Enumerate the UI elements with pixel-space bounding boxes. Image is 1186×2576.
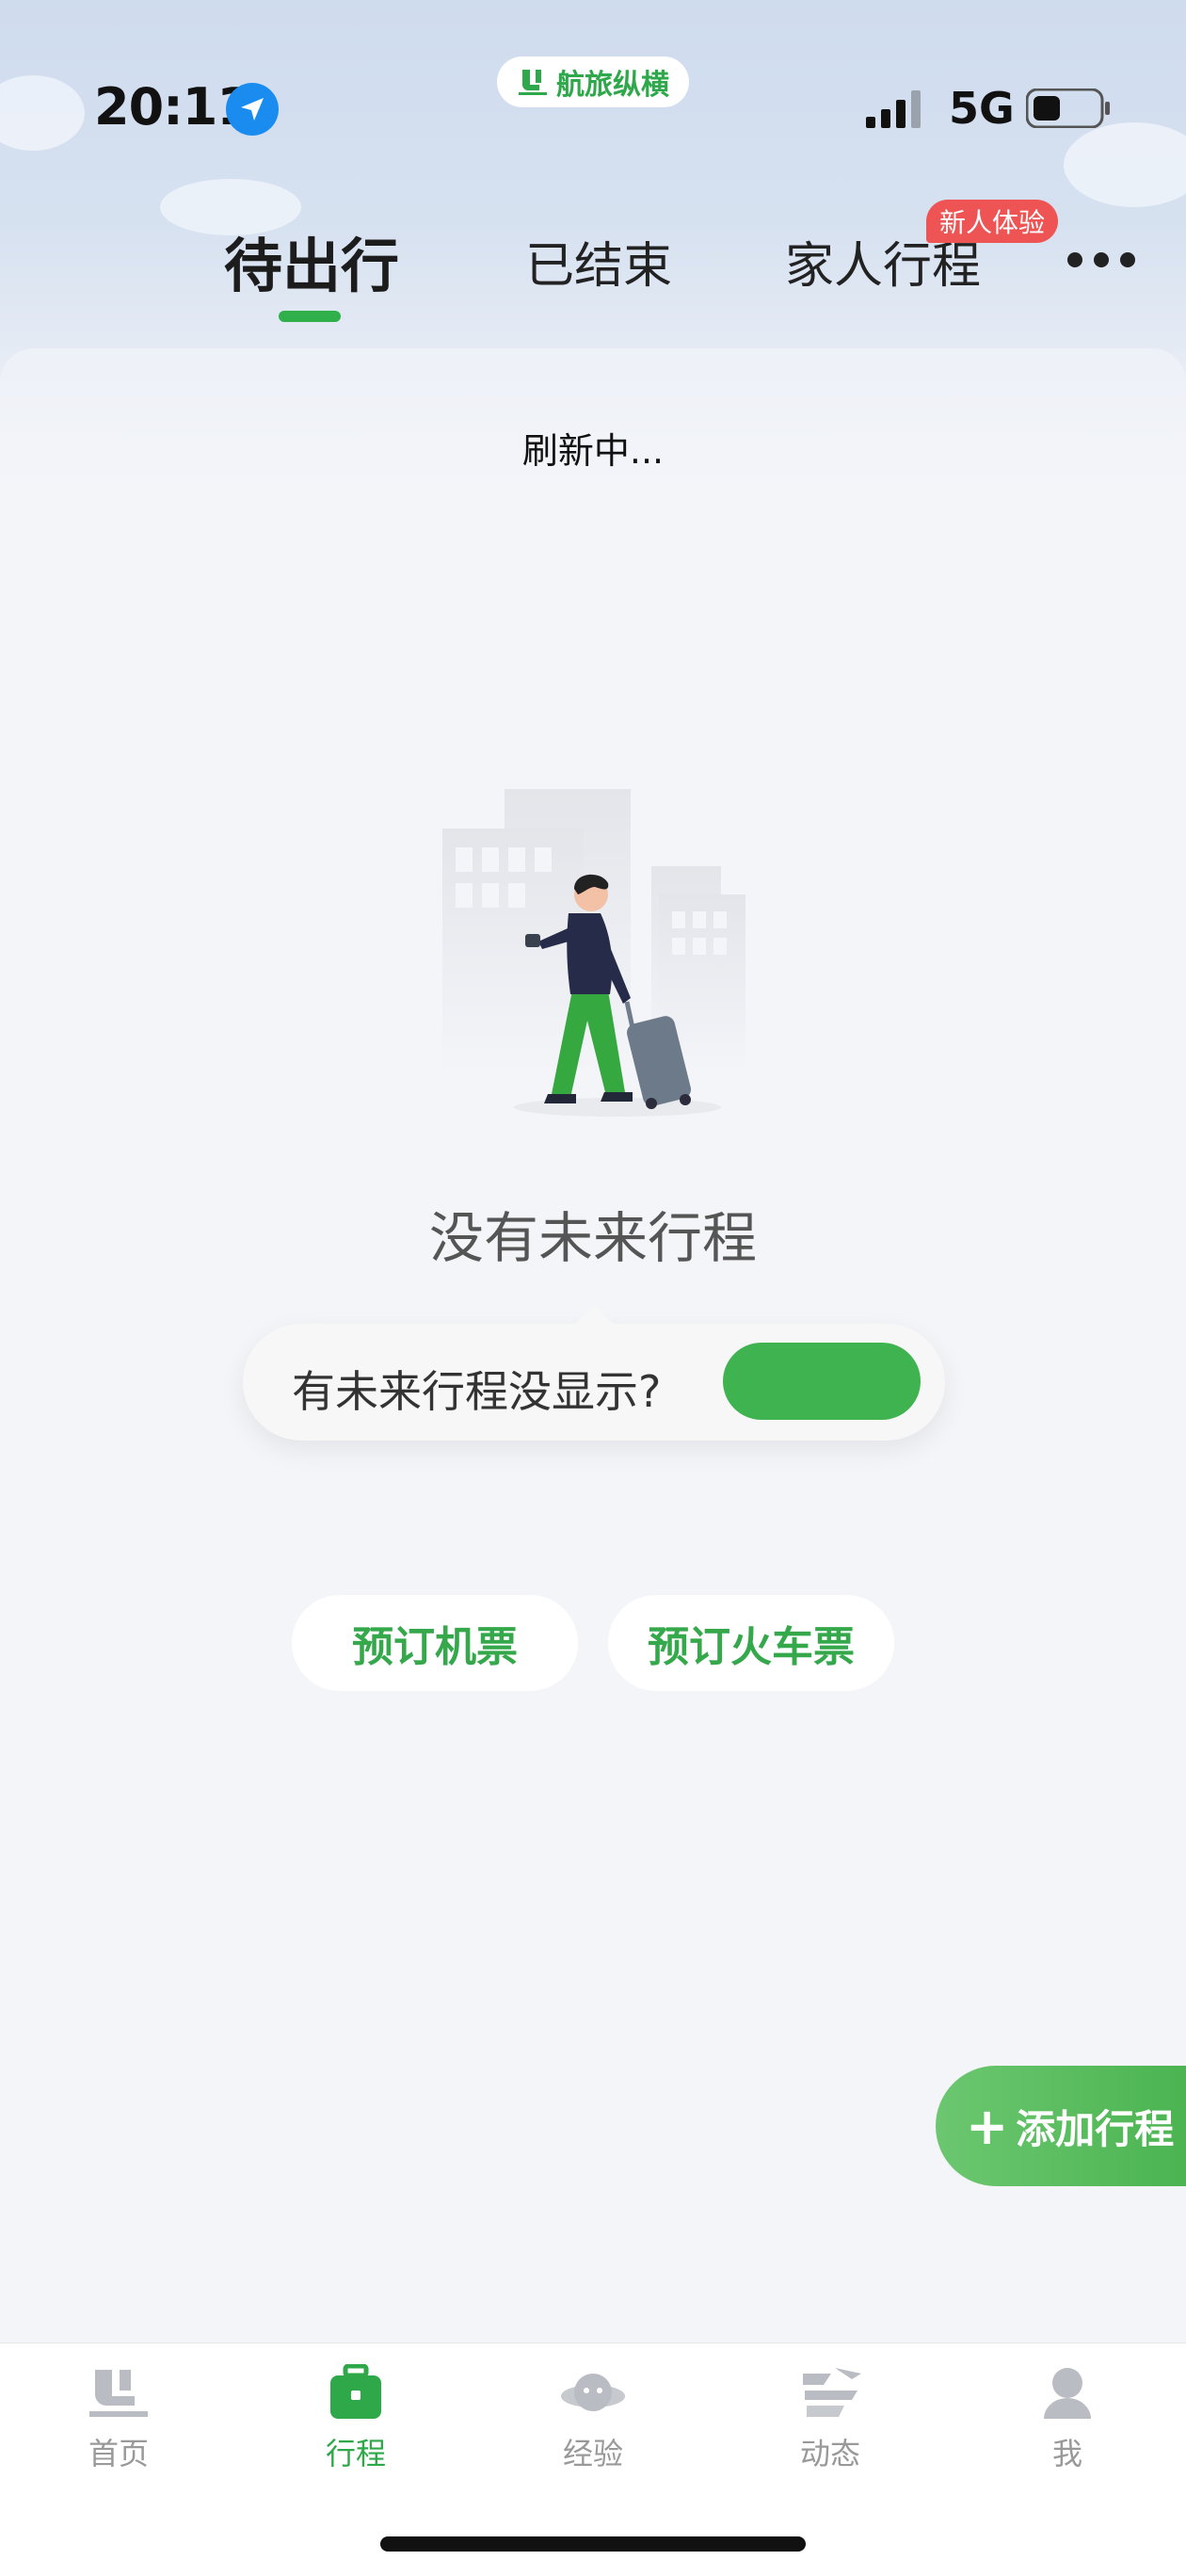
nav-item-home[interactable]: 首页 [43,2364,194,2473]
book-train-button[interactable]: 预订火车票 [608,1595,894,1691]
new-user-badge: 新人体验 [926,200,1059,243]
active-tab-indicator [279,311,341,322]
tip-action-button[interactable] [723,1343,921,1420]
plane-icon [803,2368,861,2417]
nav-label: 行程 [325,2436,386,2471]
nav-item-me[interactable]: 我 [992,2364,1143,2473]
app-logo-icon [519,70,547,95]
add-trip-label: 添加行程 [1016,2105,1175,2152]
planet-icon [561,2374,625,2411]
briefcase-icon [330,2364,381,2419]
tab-finished[interactable]: 已结束 [525,226,672,297]
nav-label: 经验 [562,2436,623,2471]
nav-label: 我 [1051,2436,1082,2471]
more-icon[interactable] [1067,252,1135,269]
nav-item-updates[interactable]: 动态 [755,2364,906,2473]
battery-icon [1026,89,1110,128]
user-icon [1044,2368,1091,2419]
location-icon [226,83,279,136]
network-type: 5G [949,83,1015,134]
nav-label: 动态 [799,2436,860,2471]
nav-label: 首页 [88,2436,149,2471]
traveler-illustration [442,789,745,1117]
nav-item-experience[interactable]: 经验 [518,2364,668,2473]
empty-state-title: 没有未来行程 [428,1206,757,1270]
tab-upcoming[interactable]: 待出行 [224,218,399,303]
home-indicator[interactable] [380,2536,806,2552]
book-flight-button[interactable]: 预订机票 [292,1595,578,1691]
missing-trips-tip: 有未来行程没显示? [243,1324,945,1441]
refresh-status: 刷新中... [521,430,665,472]
app-back-pill[interactable]: 航旅纵横 [497,56,689,107]
home-logo-icon [89,2370,148,2417]
add-trip-button[interactable]: + 添加行程 [936,2066,1186,2186]
tip-text: 有未来行程没显示? [292,1366,662,1417]
nav-item-trips[interactable]: 行程 [280,2364,431,2473]
signal-icon [866,90,921,128]
plus-icon: + [966,2096,1009,2156]
app-name: 航旅纵横 [556,69,669,102]
